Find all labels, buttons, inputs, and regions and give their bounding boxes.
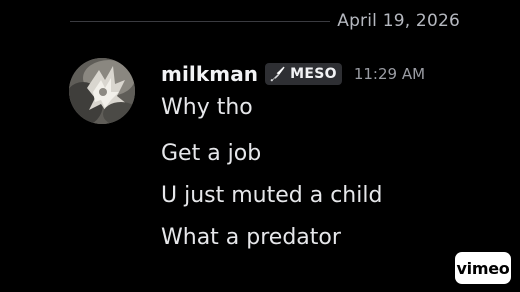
message[interactable]: U just muted a child	[161, 175, 461, 217]
role-label: MESO	[290, 66, 337, 82]
username[interactable]: milkman	[161, 62, 258, 86]
message-list: Why tho Get a job U just muted a child W…	[161, 91, 461, 259]
avatar[interactable]	[69, 58, 135, 124]
divider-date: April 19, 2026	[337, 11, 460, 31]
vimeo-logo: vimeo	[456, 258, 510, 278]
message[interactable]: Why tho	[161, 91, 461, 125]
sword-icon	[270, 66, 285, 82]
timestamp[interactable]: 11:29 AM	[354, 65, 425, 83]
date-divider: April 19, 2026	[70, 8, 460, 34]
message-header: milkman MESO 11:29 AM	[161, 60, 425, 88]
avatar-image	[69, 58, 135, 124]
vimeo-watermark[interactable]: vimeo	[455, 252, 511, 284]
message[interactable]: Get a job	[161, 133, 461, 175]
message[interactable]: What a predator	[161, 217, 461, 259]
divider-line	[70, 21, 330, 22]
role-tag[interactable]: MESO	[265, 63, 342, 85]
